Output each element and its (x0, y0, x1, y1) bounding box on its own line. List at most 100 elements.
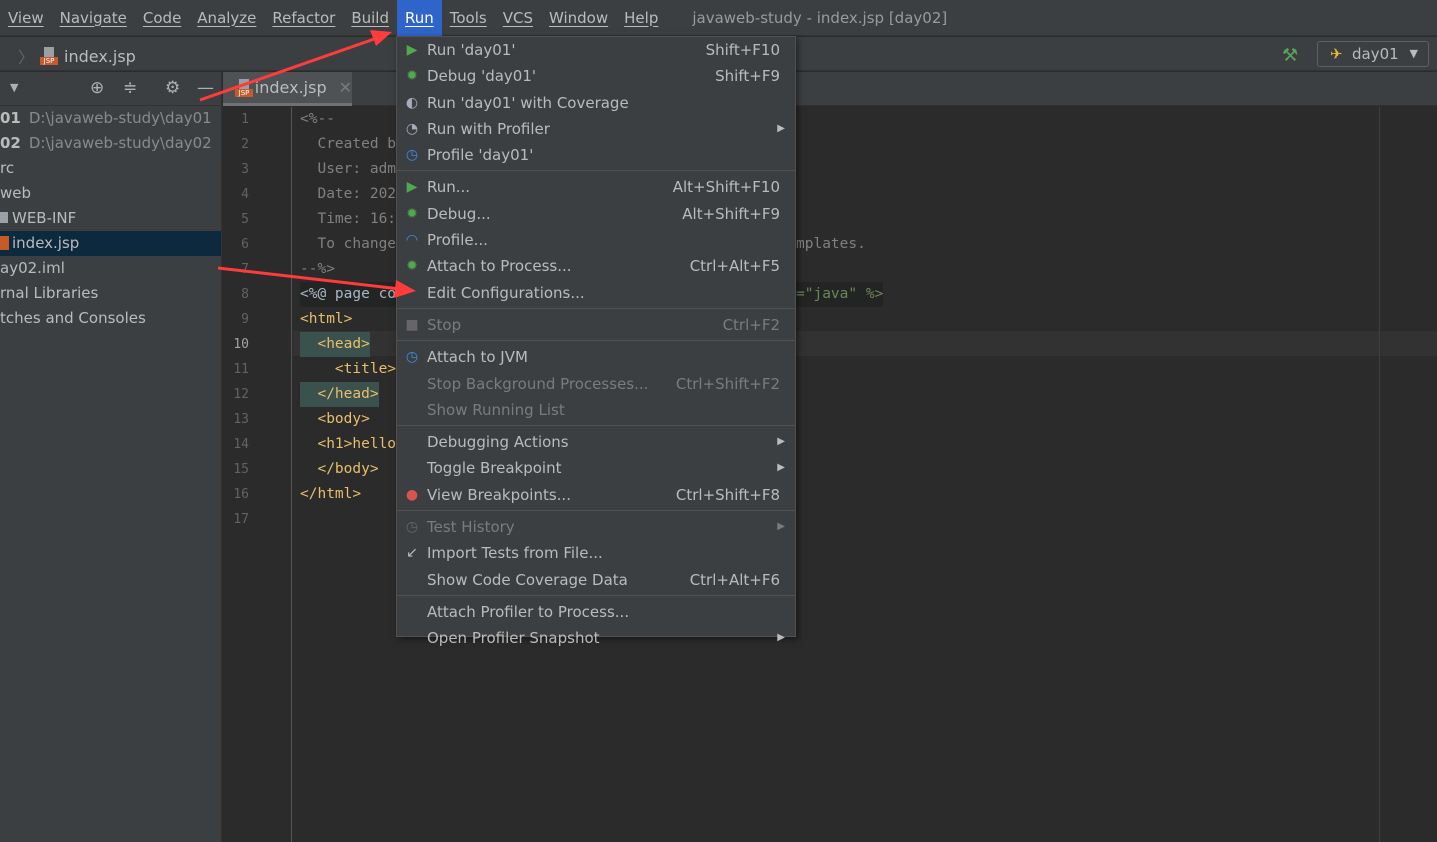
config-icon: ✈ (1330, 45, 1343, 63)
menu-item-shortcut: Ctrl+Alt+F5 (689, 257, 780, 276)
code-overflow: ="java" %> (796, 282, 884, 307)
submenu-arrow-icon: ▶ (777, 521, 785, 533)
tree-item-path: D:\javaweb-study\day01 (28, 109, 212, 127)
window-title: javaweb-study - index.jsp [day02] (692, 8, 948, 27)
speedometer-icon: ◠ (405, 232, 419, 249)
menu-item-attach-to-process[interactable]: ✹ Attach to Process... Ctrl+Alt+F5 (397, 253, 795, 279)
submenu-arrow-icon: ▶ (777, 436, 785, 448)
menu-item-show-code-coverage-data[interactable]: Show Code Coverage Data Ctrl+Alt+F6 (397, 567, 795, 593)
tree-item-label: rc (0, 159, 15, 177)
tree-item[interactable]: rnal Libraries (0, 281, 221, 306)
jsp-file-icon (235, 78, 253, 97)
profiler-icon: ◔ (405, 120, 419, 137)
menu-run[interactable]: Run (397, 0, 442, 36)
play-icon: ▶ (406, 179, 418, 196)
code-line: --%> (300, 261, 335, 277)
line-number: 5 (241, 212, 249, 227)
menu-item-label: Edit Configurations... (427, 283, 585, 302)
breakpoints-icon: ● (405, 486, 419, 503)
menu-item-test-history[interactable]: ◷ Test History ▶ (397, 514, 795, 540)
play-icon: ▶ (406, 42, 418, 58)
tree-item[interactable]: ay02.iml (0, 256, 221, 281)
tree-item-label: rnal Libraries (0, 284, 99, 302)
tree-item-label: tches and Consoles (0, 309, 146, 327)
menu-window[interactable]: Window (541, 0, 616, 36)
menu-item-label: Import Tests from File... (427, 544, 603, 563)
tree-item[interactable]: 01 D:\javaweb-study\day01 (0, 106, 221, 131)
menu-vcs[interactable]: VCS (495, 0, 541, 36)
menu-item-stop-background-processes[interactable]: Stop Background Processes... Ctrl+Shift+F… (397, 371, 795, 397)
menu-item-stop[interactable]: ■ Stop Ctrl+F2 (397, 312, 795, 338)
tree-item[interactable]: WEB-INF (0, 206, 221, 231)
submenu-arrow-icon: ▶ (777, 462, 785, 474)
tab-index-jsp[interactable]: index.jsp✕ (223, 72, 352, 106)
tree-item[interactable]: index.jsp (0, 231, 221, 256)
menu-analyze[interactable]: Analyze (189, 0, 264, 36)
chevron-down-icon[interactable]: ▼ (10, 81, 18, 94)
menu-item-label: Debug 'day01' (427, 67, 537, 86)
menu-item-run-day01-with-coverage[interactable]: ◐ Run 'day01' with Coverage (397, 90, 795, 116)
line-number: 8 (241, 287, 249, 302)
code-line: <%@ page co (300, 282, 397, 307)
menu-item-run-day01[interactable]: ▶ Run 'day01' Shift+F10 (397, 37, 795, 63)
gutter-divider (291, 107, 292, 842)
menu-item-profile[interactable]: ◠ Profile... (397, 227, 795, 253)
breadcrumb[interactable]: 〉index.jsp (18, 44, 136, 68)
menu-code[interactable]: Code (135, 0, 189, 36)
menu-build[interactable]: Build (343, 0, 397, 36)
menu-item-shortcut: Alt+Shift+F10 (672, 178, 780, 197)
tree-item-label: 02 (0, 134, 21, 152)
menu-item-run-with-profiler[interactable]: ◔ Run with Profiler ▶ (397, 116, 795, 142)
menu-item-attach-to-jvm[interactable]: ◷ Attach to JVM (397, 344, 795, 370)
menu-navigate[interactable]: Navigate (52, 0, 135, 36)
menu-item-profile-day01[interactable]: ◷ Profile 'day01' (397, 142, 795, 168)
clock-icon: ◷ (405, 519, 419, 536)
menu-item-import-tests-from-file[interactable]: ↙ Import Tests from File... (397, 540, 795, 566)
menu-tools[interactable]: Tools (442, 0, 495, 36)
project-panel: ▼ ⊕ ≑ ⚙ — 01 D:\javaweb-study\day01 02 D:\j… (0, 72, 222, 842)
menu-help[interactable]: Help (616, 0, 666, 36)
menu-item-debugging-actions[interactable]: Debugging Actions ▶ (397, 429, 795, 455)
menu-item-debug[interactable]: ✹ Debug... Alt+Shift+F9 (397, 201, 795, 227)
tree-item[interactable]: tches and Consoles (0, 306, 221, 331)
menu-item-open-profiler-snapshot[interactable]: Open Profiler Snapshot ▶ (397, 625, 795, 651)
menu-item-edit-configurations[interactable]: Edit Configurations... (397, 280, 795, 306)
tree-item[interactable]: web (0, 181, 221, 206)
line-number: 17 (233, 512, 249, 527)
tree-item-label: 01 (0, 109, 21, 127)
code-line: <%-- (300, 111, 335, 127)
menu-item-attach-profiler-to-process[interactable]: Attach Profiler to Process... (397, 599, 795, 625)
menu-item-run[interactable]: ▶ Run... Alt+Shift+F10 (397, 174, 795, 200)
menu-item-label: Debugging Actions (427, 433, 569, 452)
coverage-icon: ◐ (405, 94, 419, 111)
menu-item-shortcut: Ctrl+Alt+F6 (689, 570, 780, 589)
menu-item-view-breakpoints[interactable]: ● View Breakpoints... Ctrl+Shift+F8 (397, 482, 795, 508)
locate-icon[interactable]: ⊕ (90, 78, 104, 98)
line-number: 10 (233, 337, 249, 352)
code-line: <title> (300, 361, 397, 377)
menu-item-debug-day01[interactable]: ✹ Debug 'day01' Shift+F9 (397, 63, 795, 89)
line-number: 11 (233, 362, 249, 377)
menu-view[interactable]: View (0, 0, 52, 36)
bug-icon: ✹ (406, 68, 418, 85)
menu-item-label: Test History (427, 518, 515, 537)
minimize-icon[interactable]: — (197, 78, 214, 98)
menu-item-toggle-breakpoint[interactable]: Toggle Breakpoint ▶ (397, 455, 795, 481)
tree-item[interactable]: rc (0, 156, 221, 181)
menu-item-label: Run 'day01' (427, 41, 516, 59)
code-line: Created b (300, 136, 397, 152)
menu-refactor[interactable]: Refactor (264, 0, 343, 36)
menu-item-label: Debug... (427, 204, 491, 223)
menu-item-show-running-list[interactable]: Show Running List (397, 397, 795, 423)
line-number: 16 (233, 487, 249, 502)
close-icon[interactable]: ✕ (339, 78, 352, 97)
tree-item[interactable]: 02 D:\javaweb-study\day02 (0, 131, 221, 156)
build-hammer-icon[interactable]: ⚒ (1282, 45, 1298, 66)
line-number: 3 (241, 162, 249, 177)
collapse-all-icon[interactable]: ≑ (123, 78, 137, 98)
line-number: 1 (241, 112, 249, 127)
menu-item-shortcut: Shift+F9 (715, 67, 780, 86)
run-configuration-select[interactable]: ✈ day01 ▼ (1317, 41, 1429, 67)
line-number: 12 (233, 387, 249, 402)
gear-icon[interactable]: ⚙ (165, 78, 180, 98)
